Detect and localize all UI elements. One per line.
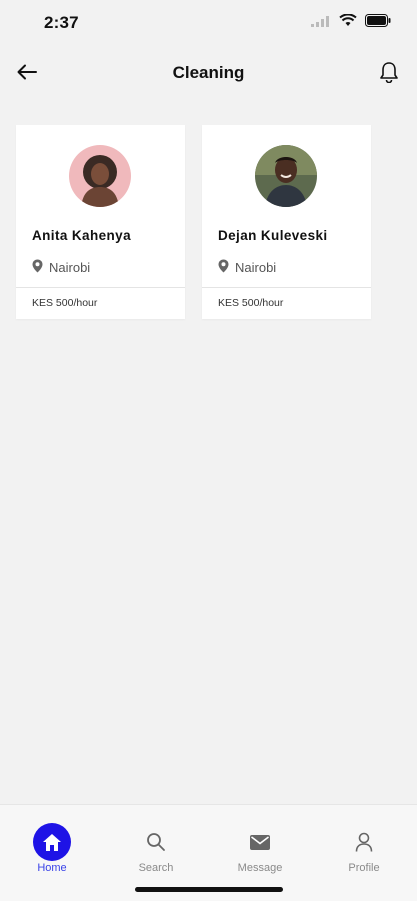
avatar: [69, 145, 131, 207]
cleaner-location: Nairobi: [218, 259, 276, 276]
signal-icon: [311, 14, 331, 32]
cleaner-name: Dejan Kuleveski: [218, 228, 328, 243]
nav-search[interactable]: Search: [116, 823, 196, 874]
location-label: Nairobi: [235, 260, 277, 275]
nav-message[interactable]: Message: [220, 823, 300, 874]
cleaner-location: Nairobi: [32, 259, 90, 276]
status-icons: [311, 13, 391, 32]
location-label: Nairobi: [49, 260, 91, 275]
cleaner-rate: KES 500/hour: [32, 297, 98, 309]
battery-icon: [365, 14, 391, 32]
nav-home[interactable]: Home: [12, 823, 92, 874]
divider: [202, 287, 371, 288]
mail-icon: [241, 823, 279, 861]
nav-label: Profile: [348, 862, 380, 874]
divider: [16, 287, 185, 288]
cleaner-card[interactable]: Dejan Kuleveski Nairobi KES 500/hour: [202, 125, 371, 319]
app-header: Cleaning: [0, 52, 417, 96]
nav-label: Home: [37, 862, 67, 874]
nav-profile[interactable]: Profile: [324, 823, 404, 874]
cleaner-name: Anita Kahenya: [32, 228, 131, 243]
notifications-button[interactable]: [377, 61, 401, 87]
home-icon: [33, 823, 71, 861]
wifi-icon: [339, 13, 357, 32]
map-pin-icon: [218, 259, 229, 276]
search-icon: [137, 823, 175, 861]
home-indicator: [135, 887, 283, 892]
map-pin-icon: [32, 259, 43, 276]
cleaner-rate: KES 500/hour: [218, 297, 284, 309]
status-bar: 2:37: [0, 0, 417, 48]
avatar: [255, 145, 317, 207]
cleaner-card[interactable]: Anita Kahenya Nairobi KES 500/hour: [16, 125, 185, 319]
cleaner-list: Anita Kahenya Nairobi KES 500/hour Dejan…: [16, 125, 371, 319]
nav-label: Message: [237, 862, 283, 874]
nav-label: Search: [138, 862, 174, 874]
person-icon: [345, 823, 383, 861]
status-time: 2:37: [44, 13, 79, 32]
bell-icon: [379, 61, 399, 88]
page-title: Cleaning: [172, 63, 245, 82]
